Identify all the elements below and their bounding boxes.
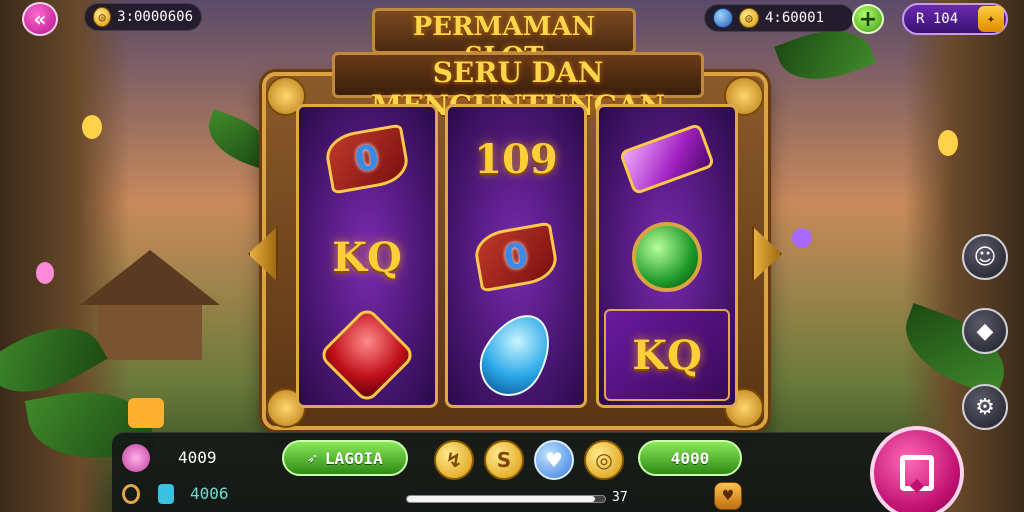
spin-button[interactable] <box>870 426 964 512</box>
reel-symbol <box>299 305 435 405</box>
coin-balance: ◎ 3:0000606 <box>84 3 202 31</box>
vip-level-value: R 104 <box>916 11 959 27</box>
kq-symbol: KQ <box>332 233 402 281</box>
progress-label: 37 <box>612 490 628 505</box>
fruit-decoration <box>938 130 958 156</box>
settings-button[interactable]: ⚙ <box>962 384 1008 430</box>
back-button[interactable]: « <box>22 2 58 36</box>
blue-gem-symbol <box>467 302 565 408</box>
plus-icon: + <box>858 6 878 32</box>
reel-symbol: 0 <box>448 207 584 307</box>
right-action-button[interactable]: 4000 <box>638 440 742 476</box>
bet-chip-ring[interactable]: ◎ <box>584 440 624 480</box>
green-gem-symbol <box>632 222 702 292</box>
red-gem-symbol <box>317 305 417 405</box>
spin-icon <box>900 455 934 491</box>
reel-symbol: KQ <box>299 207 435 307</box>
bet-chip-s[interactable]: S <box>484 440 524 480</box>
gold-crystal-decoration <box>128 398 164 428</box>
sub-balance-value: 4006 <box>190 484 229 503</box>
bet-chip-lightning[interactable]: ↯ <box>434 440 474 480</box>
fruit-decoration <box>36 262 54 284</box>
crystal-icon <box>158 484 174 504</box>
jungle-hut <box>80 250 220 360</box>
gem-balance-value: 4:60001 <box>765 10 825 26</box>
gold-leaf-symbol: 0 <box>322 123 412 195</box>
add-currency-button[interactable]: + <box>852 4 884 34</box>
chat-button[interactable]: ☺ <box>962 234 1008 280</box>
reel-1: 0 KQ <box>296 104 438 408</box>
gem-balance: ◎ 4:60001 <box>704 4 854 32</box>
map-button[interactable]: ◆ <box>962 308 1008 354</box>
vip-level-pill[interactable]: R 104 ✦ <box>902 3 1008 35</box>
fruit-decoration <box>792 228 812 248</box>
bonus-icon: ♥ <box>721 488 735 504</box>
progress-bar <box>406 495 606 503</box>
reel-symbol: KQ <box>599 305 735 405</box>
reel-3: KQ <box>596 104 738 408</box>
reel-symbol: 109 <box>448 109 584 209</box>
reel-symbol <box>599 207 735 307</box>
reel-symbol <box>448 302 584 408</box>
gold-leaf-symbol: 0 <box>471 221 561 293</box>
bet-chip-heart[interactable]: ♥ <box>534 440 574 480</box>
feather-icon: ➶ <box>307 448 317 468</box>
coin-icon: ◎ <box>93 7 112 27</box>
coin-balance-value: 3:0000606 <box>117 9 193 25</box>
number-symbol: 109 <box>474 135 558 183</box>
fruit-decoration <box>82 115 102 139</box>
reel-symbol <box>599 109 735 209</box>
kq-panel-symbol: KQ <box>604 309 730 401</box>
vip-badge-icon: ✦ <box>978 6 1004 32</box>
progress-fill <box>407 496 596 502</box>
gem-icon <box>713 8 733 28</box>
settings-icon: ⚙ <box>975 394 995 420</box>
left-action-button[interactable]: ➶ LAGOIA <box>282 440 408 476</box>
coin-icon: ◎ <box>739 8 759 28</box>
map-icon: ◆ <box>976 318 994 344</box>
shield-icon <box>122 484 140 504</box>
reel-2: 109 0 <box>445 104 587 408</box>
chat-icon: ☺ <box>973 244 997 270</box>
back-arrow-icon: « <box>33 7 47 31</box>
purple-gem-symbol <box>618 122 716 196</box>
flower-icon <box>122 444 150 472</box>
balance-value: 4009 <box>178 448 217 467</box>
reel-symbol: 0 <box>299 109 435 209</box>
bonus-button[interactable]: ♥ <box>714 482 742 510</box>
